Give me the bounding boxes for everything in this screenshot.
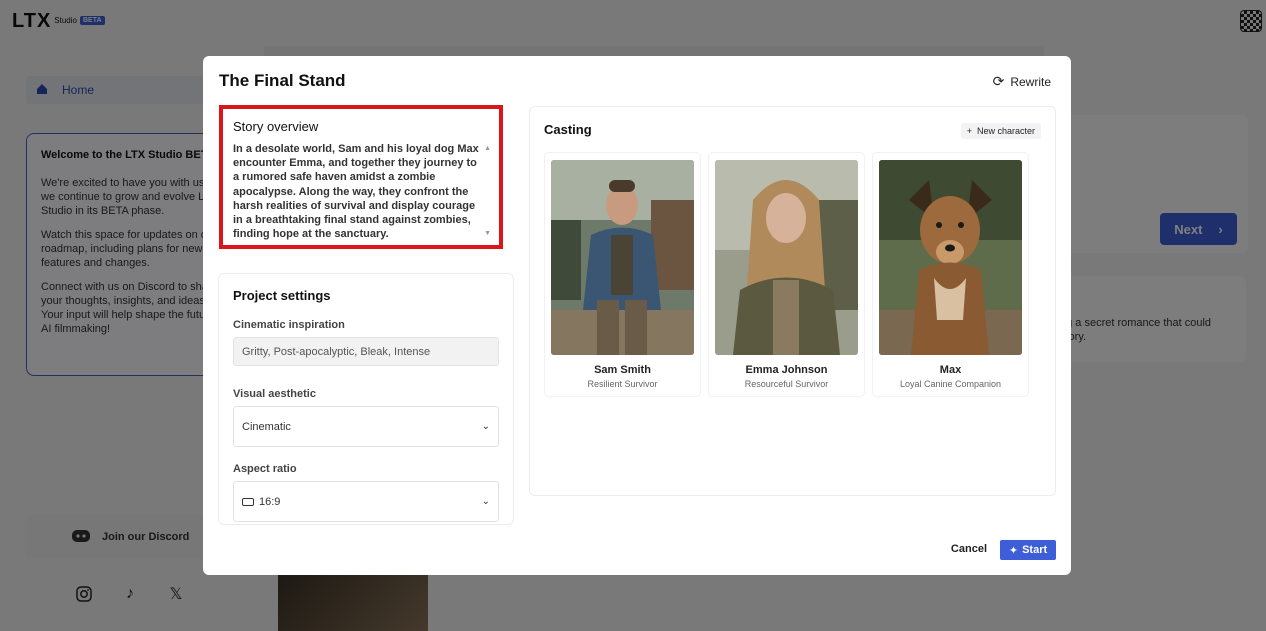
aspect-ratio-icon xyxy=(242,497,254,506)
modal-title: The Final Stand xyxy=(219,71,346,90)
cancel-button[interactable]: Cancel xyxy=(951,543,987,555)
aesthetic-label: Visual aesthetic xyxy=(233,388,316,400)
scroll-up-icon[interactable]: ▲ xyxy=(484,145,491,152)
start-label: Start xyxy=(1022,544,1048,556)
scroll-down-icon[interactable]: ▼ xyxy=(484,230,491,237)
aspect-select[interactable]: 16:9 ⌄ xyxy=(233,481,499,522)
character-photo xyxy=(879,160,1022,355)
character-card[interactable]: Sam Smith Resilient Survivor xyxy=(545,153,700,396)
character-role: Resourceful Survivor xyxy=(744,379,829,389)
cinematic-label: Cinematic inspiration xyxy=(233,319,345,331)
settings-title: Project settings xyxy=(233,288,331,303)
character-card[interactable]: Emma Johnson Resourceful Survivor xyxy=(709,153,864,396)
character-name: Max xyxy=(939,364,962,376)
character-photo xyxy=(551,160,694,355)
character-card[interactable]: Max Loyal Canine Companion xyxy=(873,153,1028,396)
rewrite-label: Rewrite xyxy=(1010,74,1051,89)
magic-wand-icon: ✦ xyxy=(1008,544,1019,557)
cinematic-value: Gritty, Post-apocalyptic, Bleak, Intense xyxy=(242,345,431,358)
project-settings: Project settings Cinematic inspiration G… xyxy=(218,273,514,525)
chevron-down-icon: ⌄ xyxy=(481,421,490,432)
casting-title: Casting xyxy=(544,122,592,137)
aspect-value: 16:9 xyxy=(259,495,281,508)
casting-panel: Casting + New character Sam Smith Resili… xyxy=(529,106,1056,496)
project-modal: The Final Stand ⟳ Rewrite Story overview… xyxy=(203,56,1071,575)
new-character-button[interactable]: + New character xyxy=(960,123,1041,139)
character-name: Sam Smith xyxy=(594,364,651,376)
aesthetic-select[interactable]: Cinematic ⌄ xyxy=(233,406,499,447)
story-title: Story overview xyxy=(233,119,319,134)
character-role: Resilient Survivor xyxy=(587,379,658,389)
chevron-down-icon: ⌄ xyxy=(481,496,490,507)
character-name: Emma Johnson xyxy=(745,364,828,376)
plus-icon: + xyxy=(966,126,972,136)
aspect-label: Aspect ratio xyxy=(233,463,297,475)
story-text[interactable]: In a desolate world, Sam and his loyal d… xyxy=(233,142,489,241)
character-photo xyxy=(715,160,858,355)
new-character-label: New character xyxy=(976,126,1035,136)
aesthetic-value: Cinematic xyxy=(242,420,291,433)
refresh-icon: ⟳ xyxy=(992,73,1005,89)
story-overview[interactable]: Story overview In a desolate world, Sam … xyxy=(219,105,503,249)
cinematic-input[interactable]: Gritty, Post-apocalyptic, Bleak, Intense xyxy=(233,337,499,366)
rewrite-button[interactable]: ⟳ Rewrite xyxy=(993,73,1051,90)
start-button[interactable]: ✦ Start xyxy=(1000,540,1056,560)
character-role: Loyal Canine Companion xyxy=(899,379,1002,389)
